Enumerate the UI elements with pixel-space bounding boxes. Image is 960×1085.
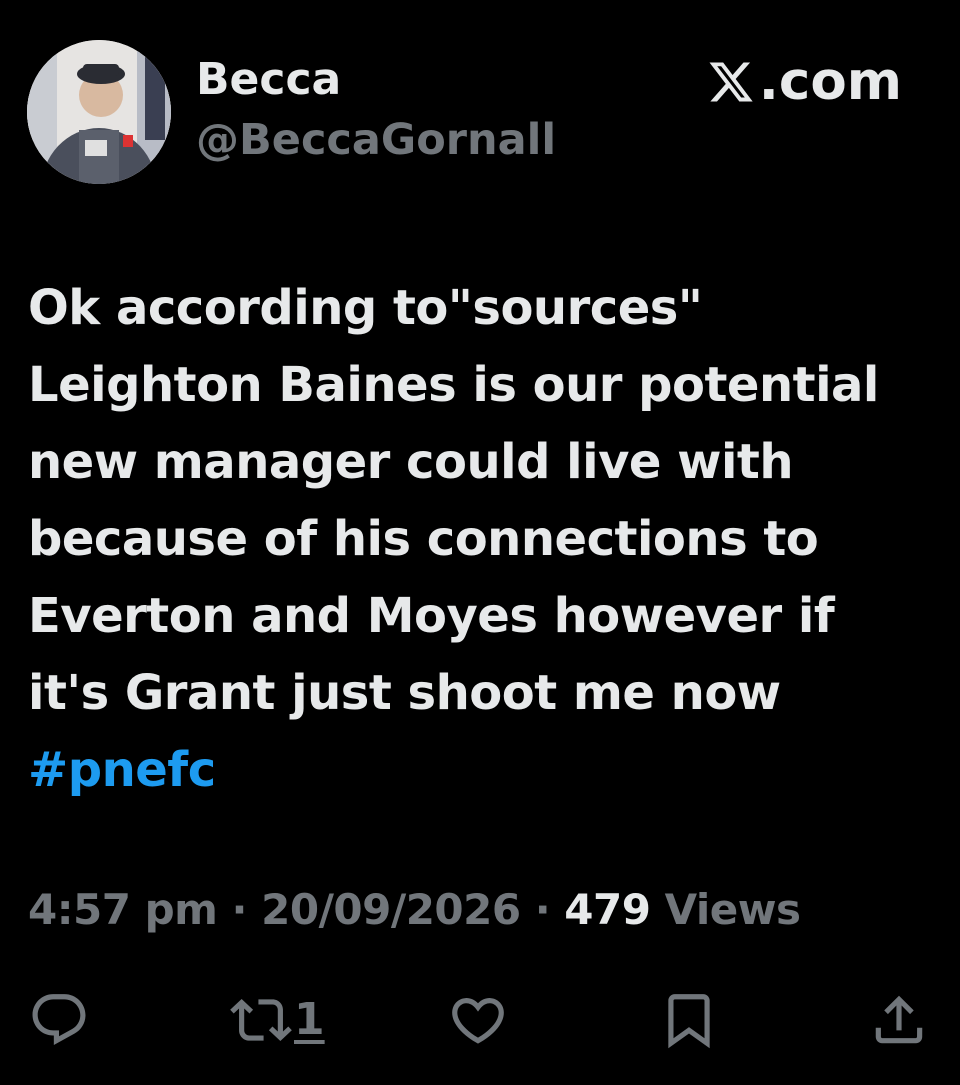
action-bar: 1 — [0, 985, 960, 1055]
tweet-meta: 4:57 pm · 20/09/2026 · 479 Views — [28, 880, 801, 940]
tweet-line: Ok according to"sources" — [28, 280, 703, 336]
x-logo-icon — [709, 62, 753, 102]
meta-separator: · — [217, 885, 262, 934]
brand-watermark: .com — [707, 52, 902, 112]
display-name[interactable]: Becca — [196, 52, 341, 108]
avatar-photo — [27, 40, 171, 184]
bookmark-icon — [668, 994, 710, 1049]
reply-button[interactable] — [28, 985, 90, 1055]
tweet-line: Leighton Baines is our potential — [28, 357, 879, 413]
bookmark-button[interactable] — [658, 985, 720, 1055]
tweet-time[interactable]: 4:57 pm — [28, 885, 218, 934]
retweet-count: 1 — [294, 994, 325, 1045]
share-icon — [875, 995, 923, 1044]
like-button[interactable] — [447, 985, 509, 1055]
user-handle[interactable]: @BeccaGornall — [196, 112, 556, 168]
tweet-header: Becca @BeccaGornall .com — [0, 0, 960, 200]
tweet-text: Ok according to"sources" Leighton Baines… — [28, 270, 928, 809]
meta-separator: · — [520, 885, 565, 934]
heart-icon — [452, 998, 504, 1044]
views-count: 479 — [564, 885, 651, 934]
tweet-line: it's Grant just shoot me now — [28, 665, 781, 721]
views-label: Views — [650, 885, 801, 934]
reply-icon — [32, 994, 86, 1046]
retweet-icon — [230, 999, 292, 1041]
avatar[interactable] — [27, 40, 171, 184]
retweet-button[interactable]: 1 — [230, 985, 325, 1055]
brand-text: .com — [758, 51, 902, 112]
share-button[interactable] — [868, 985, 930, 1055]
tweet-date[interactable]: 20/09/2026 — [261, 885, 521, 934]
hashtag-link[interactable]: #pnefc — [28, 732, 928, 809]
tweet-line: because of his connections to — [28, 511, 819, 567]
tweet-line: new manager could live with — [28, 434, 794, 490]
tweet-line: Everton and Moyes however if — [28, 588, 835, 644]
